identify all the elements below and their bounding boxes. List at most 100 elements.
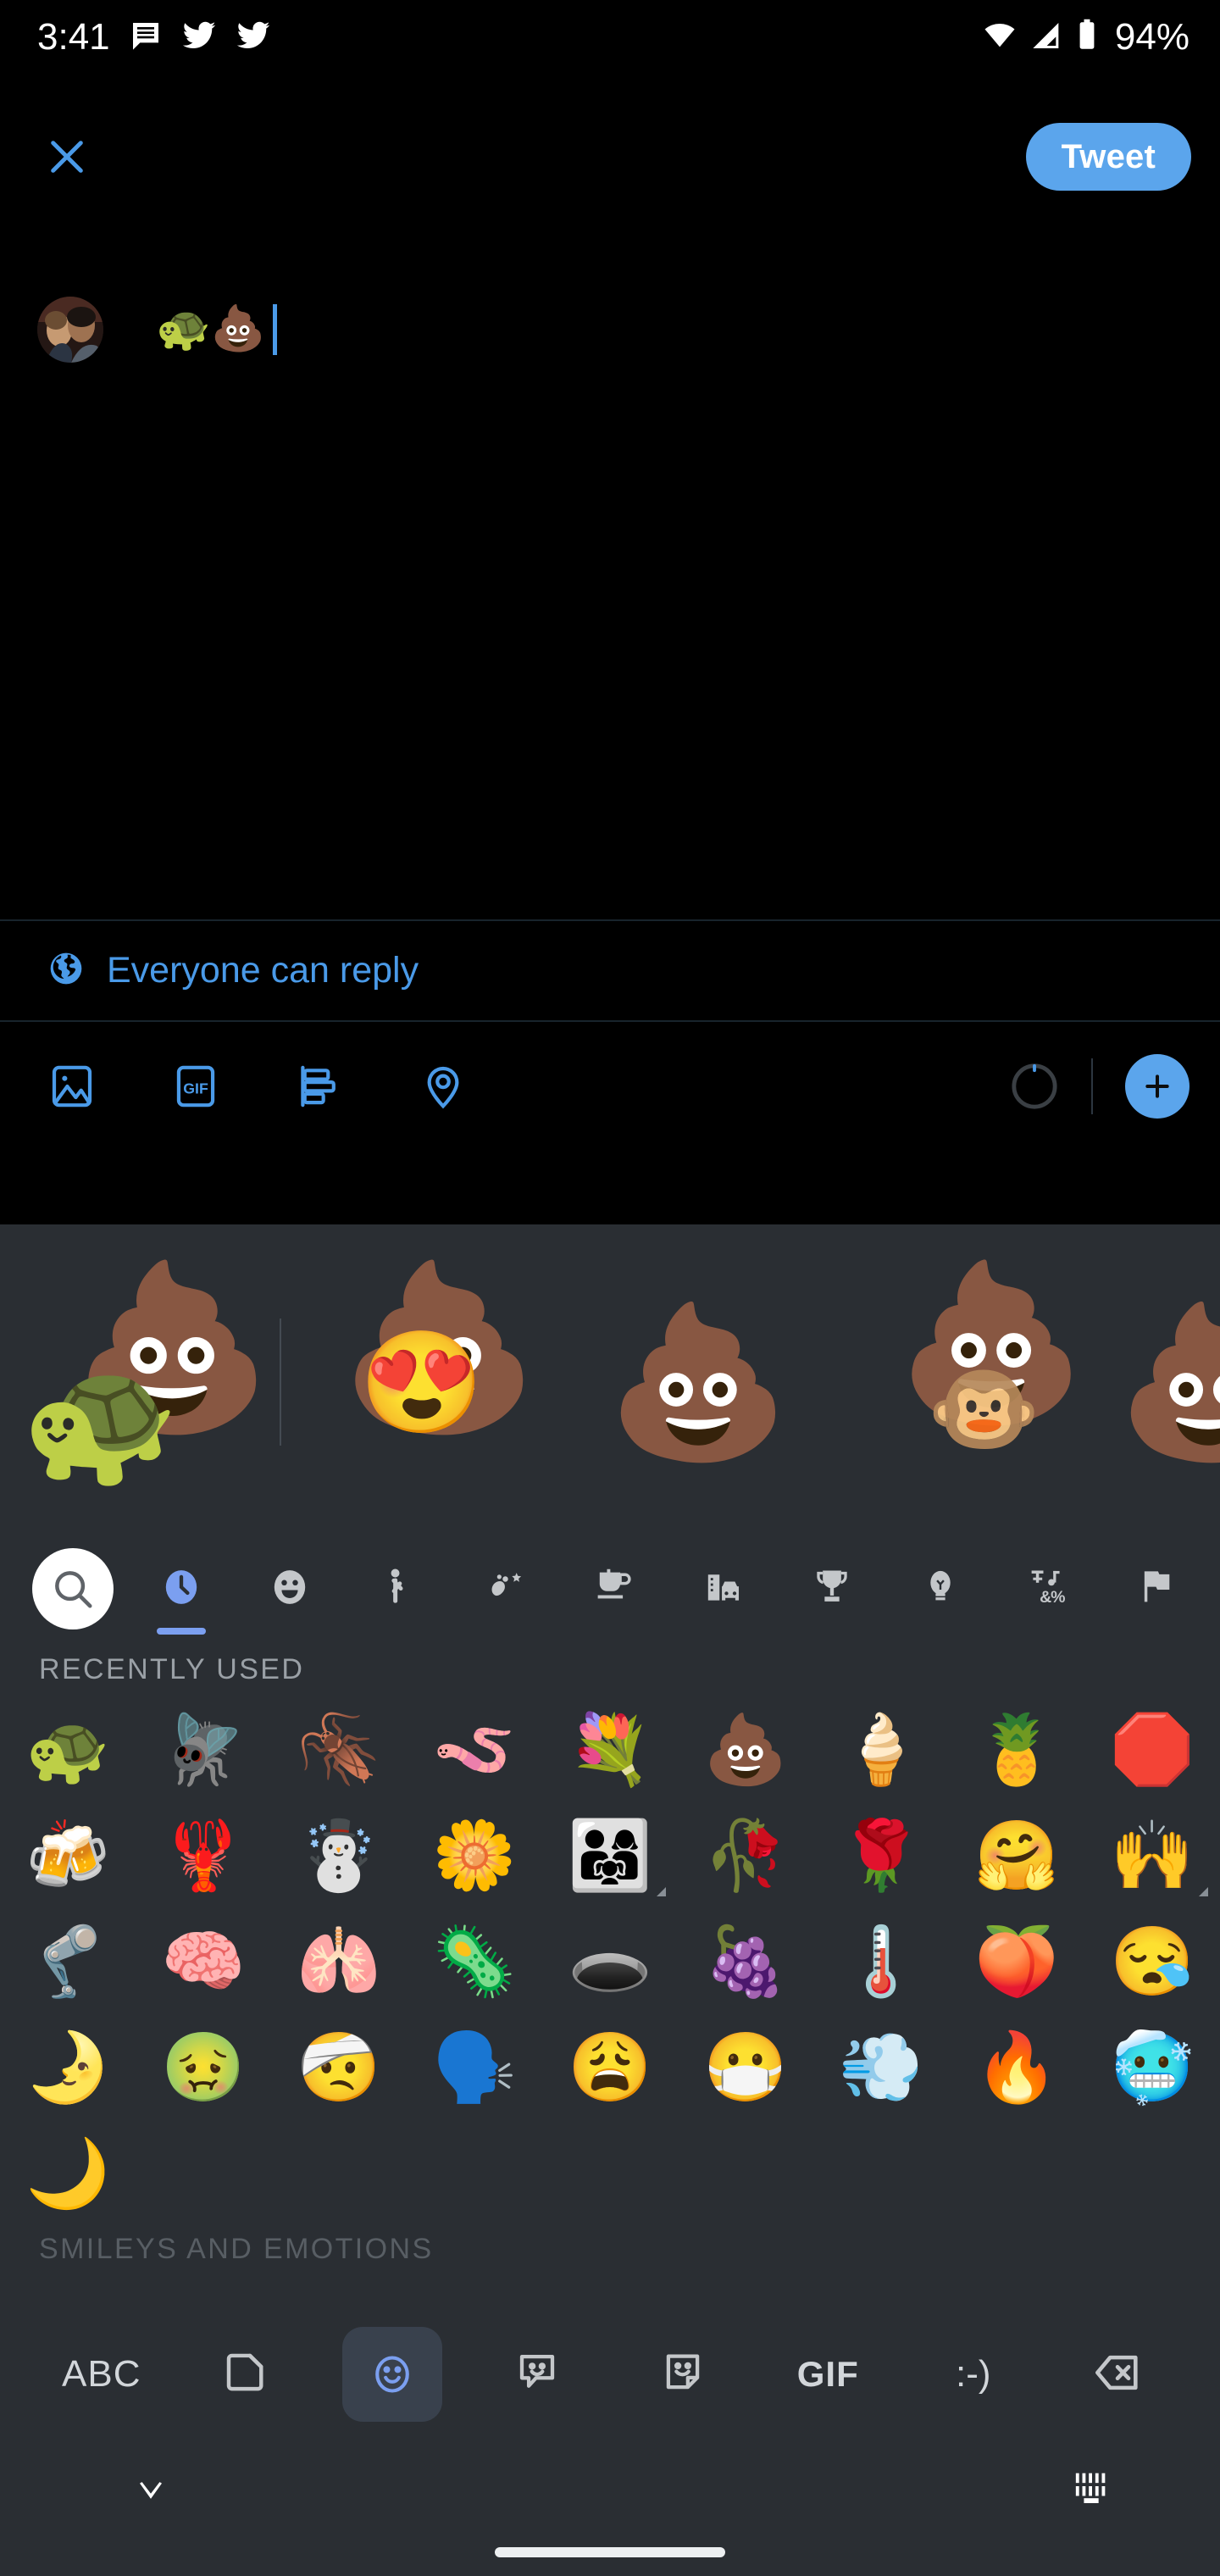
chevron-down-icon[interactable] — [129, 2468, 173, 2516]
emoji-category-symbols[interactable]: &% — [995, 1540, 1103, 1638]
emoji-glyph: 🥀 — [703, 1817, 788, 1893]
emoji-cell-rose[interactable]: 🌹 — [813, 1802, 949, 1908]
emoji-kitchen-key[interactable] — [175, 2327, 320, 2422]
emoji-cell-grapes[interactable]: 🍇 — [678, 1908, 813, 2014]
emoji-cell-bouquet[interactable]: 💐 — [542, 1696, 678, 1802]
emoji-cell-wilted-flower[interactable]: 🥀 — [678, 1802, 813, 1908]
emoji-grid: 🐢 🪰 🪳 🪱 💐 💩 🍦 🍍 🛑 🍻 🦞 ☃️ 🌼 👨‍👩‍👧 🥀 🌹 🤗 🙌 🦿 🧠 🫁 🦠 🕳️ 🍇 🌡️ 🍑 😪 🌛 🤢 🤕 🗣️ 😩… — [0, 1696, 1220, 2226]
home-indicator[interactable] — [495, 2547, 725, 2557]
kitchen-sticker-poop-hearts[interactable]: 💩 😍 — [281, 1267, 559, 1484]
emoji-category-travel-places[interactable] — [669, 1540, 778, 1638]
variant-indicator — [657, 1887, 666, 1896]
compose-action-icons: GIF — [34, 1048, 481, 1124]
emoji-category-smileys[interactable] — [236, 1540, 344, 1638]
compose-area[interactable]: 🐢💩 — [0, 297, 1220, 363]
emoji-cell-pineapple[interactable]: 🍍 — [949, 1696, 1084, 1802]
emoji-cell-microbe[interactable]: 🦠 — [407, 1908, 542, 2014]
emoji-cell-hugging-face[interactable]: 🤗 — [949, 1802, 1084, 1908]
emoji-cell-weary-face[interactable]: 😩 — [542, 2014, 678, 2120]
emoji-category-activities[interactable] — [778, 1540, 886, 1638]
emoji-cell-worm[interactable]: 🪱 — [407, 1696, 542, 1802]
abc-key[interactable]: ABC — [29, 2327, 175, 2422]
emoji-cell-hole[interactable]: 🕳️ — [542, 1908, 678, 2014]
gif-button[interactable]: GIF — [158, 1048, 234, 1124]
lightbulb-icon — [918, 1565, 962, 1613]
emoji-cell-nauseated-face[interactable]: 🤢 — [136, 2014, 271, 2120]
emoji-cell-thermometer[interactable]: 🌡️ — [813, 1908, 949, 2014]
emoji-cell-face-with-medical-mask[interactable]: 😷 — [678, 2014, 813, 2120]
emoji-category-flags[interactable] — [1103, 1540, 1212, 1638]
kitchen-sticker-poop-plain[interactable]: 💩 — [559, 1308, 837, 1457]
emoji-cell-lobster[interactable]: 🦞 — [136, 1802, 271, 1908]
emoji-glyph: 🔥 — [974, 2029, 1059, 2105]
flag-icon — [1135, 1565, 1179, 1613]
cup-icon — [593, 1565, 637, 1613]
avatar-sticker-key[interactable] — [610, 2327, 756, 2422]
emoji-cell-fly[interactable]: 🪰 — [136, 1696, 271, 1802]
poll-button[interactable] — [281, 1048, 358, 1124]
emoji-glyph: 🍍 — [974, 1711, 1059, 1787]
emoji-cell-speaking-head[interactable]: 🗣️ — [407, 2014, 542, 2120]
emoji-cell-mechanical-leg[interactable]: 🦿 — [0, 1908, 136, 2014]
kitchen-sticker-poop-monkey[interactable]: 💩 🐵 — [837, 1267, 1115, 1484]
reply-settings-button[interactable]: Everyone can reply — [0, 920, 1220, 1020]
keyboard-icon[interactable] — [1073, 2469, 1112, 2507]
emoji-glyph: 🛑 — [1110, 1711, 1195, 1787]
emoji-cell-clinking-beer-mugs[interactable]: 🍻 — [0, 1802, 136, 1908]
emoji-cell-crescent-moon[interactable]: 🌙 — [0, 2120, 136, 2226]
close-icon[interactable] — [37, 127, 97, 186]
globe-icon — [47, 950, 85, 991]
gif-key[interactable]: GIF — [756, 2327, 901, 2422]
backspace-key[interactable] — [1046, 2327, 1192, 2422]
emoji-key[interactable] — [319, 2327, 465, 2422]
status-time: 3:41 — [37, 16, 110, 58]
variant-indicator — [1199, 1887, 1208, 1896]
emoji-glyph: 🪳 — [297, 1711, 381, 1787]
emoji-cell-raising-hands[interactable]: 🙌 — [1084, 1802, 1220, 1908]
char-count-ring — [1010, 1062, 1059, 1111]
emoji-cell-poop[interactable]: 💩 — [678, 1696, 813, 1802]
emoji-category-food-drink[interactable] — [561, 1540, 669, 1638]
emoji-cell-sleepy-face[interactable]: 😪 — [1084, 1908, 1220, 2014]
battery-percent: 94% — [1114, 16, 1190, 58]
emoji-cell-dashing-away[interactable]: 💨 — [813, 2014, 949, 2120]
twitter-bird-icon — [181, 18, 217, 58]
media-image-button[interactable] — [34, 1048, 110, 1124]
emoticon-key[interactable]: :-) — [901, 2327, 1046, 2422]
svg-text:%: % — [1051, 1588, 1065, 1607]
emoji-cell-brain[interactable]: 🧠 — [136, 1908, 271, 2014]
kitchen-sticker-poop-partial[interactable]: 💩 — [1115, 1308, 1220, 1457]
emoji-glyph: 🕳️ — [568, 1923, 652, 1999]
emoji-category-recent[interactable] — [127, 1540, 236, 1638]
emoji-cell-blossom[interactable]: 🌼 — [407, 1802, 542, 1908]
emoji-cell-peach[interactable]: 🍑 — [949, 1908, 1084, 2014]
system-nav-bar — [0, 2434, 1220, 2576]
kitchen-sticker-turtle-poop[interactable]: 💩 🐢 — [0, 1267, 280, 1484]
compose-header: Tweet — [0, 102, 1220, 212]
emoji-cell-snowman[interactable]: ☃️ — [271, 1802, 407, 1908]
emoji-cell-soft-ice-cream[interactable]: 🍦 — [813, 1696, 949, 1802]
emoji-cell-first-quarter-moon-face[interactable]: 🌛 — [0, 2014, 136, 2120]
emoji-cell-lungs[interactable]: 🫁 — [271, 1908, 407, 2014]
emoji-cell-cold-face[interactable]: 🥶 — [1084, 2014, 1220, 2120]
avatar[interactable] — [37, 297, 103, 363]
emoji-glyph: 🧠 — [161, 1923, 246, 1999]
emoji-category-animals-nature[interactable] — [452, 1540, 561, 1638]
emoji-cell-fire[interactable]: 🔥 — [949, 2014, 1084, 2120]
tweet-button[interactable]: Tweet — [1025, 123, 1191, 191]
emoji-kitchen-strip[interactable]: 💩 🐢 💩 😍 💩 💩 🐵 💩 — [0, 1224, 1220, 1540]
emoji-category-people[interactable] — [344, 1540, 452, 1638]
text-cursor — [272, 304, 277, 355]
sticker-key[interactable] — [465, 2327, 611, 2422]
emoji-category-search[interactable] — [19, 1540, 127, 1638]
emoji-cell-face-with-head-bandage[interactable]: 🤕 — [271, 2014, 407, 2120]
emoji-glyph: 🍇 — [703, 1923, 788, 1999]
tweet-text-input[interactable]: 🐢💩 — [156, 297, 277, 363]
location-button[interactable] — [405, 1048, 481, 1124]
emoji-cell-family[interactable]: 👨‍👩‍👧 — [542, 1802, 678, 1908]
emoji-cell-turtle[interactable]: 🐢 — [0, 1696, 136, 1802]
emoji-cell-stop-sign[interactable]: 🛑 — [1084, 1696, 1220, 1802]
emoji-category-objects[interactable] — [886, 1540, 995, 1638]
emoji-cell-cockroach[interactable]: 🪳 — [271, 1696, 407, 1802]
add-tweet-button[interactable] — [1125, 1054, 1190, 1119]
